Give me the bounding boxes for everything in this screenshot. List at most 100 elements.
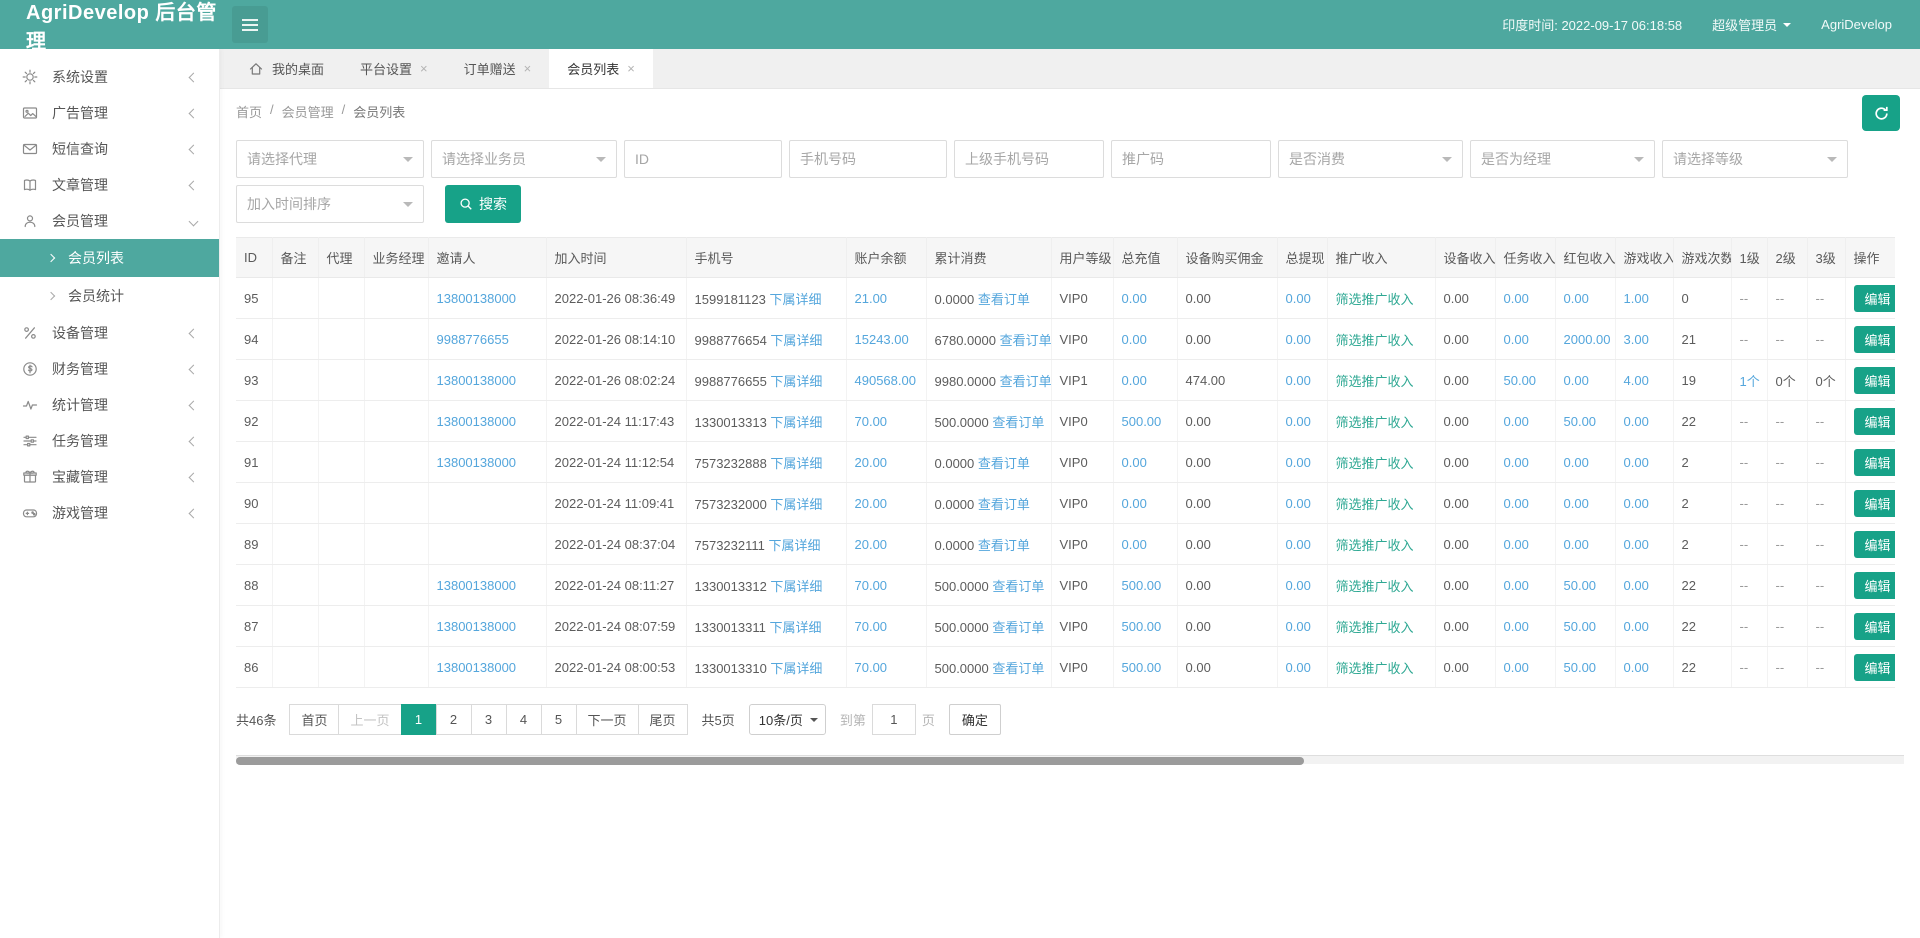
breadcrumb-item[interactable]: 会员管理 (282, 102, 334, 121)
value-link[interactable]: 0.00 (1286, 332, 1311, 347)
value-link[interactable]: 13800138000 (437, 414, 517, 429)
view-order-link[interactable]: 查看订单 (978, 538, 1030, 553)
scrollbar-thumb[interactable] (236, 757, 1304, 765)
filter-input[interactable] (1111, 140, 1271, 178)
tab-我的桌面[interactable]: 我的桌面 (230, 49, 342, 88)
promo-income-link[interactable]: 筛选推广收入 (1336, 538, 1414, 553)
sub-detail-link[interactable]: 下属详细 (770, 661, 822, 676)
value-link[interactable]: 50.00 (1504, 373, 1537, 388)
value-link[interactable]: 0.00 (1504, 496, 1529, 511)
page-button-4[interactable]: 4 (506, 704, 542, 735)
filter-select[interactable]: 是否为经理 (1470, 140, 1655, 178)
value-link[interactable]: 0.00 (1286, 660, 1311, 675)
sub-detail-link[interactable]: 下属详细 (769, 620, 821, 635)
value-link[interactable]: 0.00 (1286, 578, 1311, 593)
value-link[interactable]: 13800138000 (437, 578, 517, 593)
filter-select[interactable]: 请选择等级 (1662, 140, 1848, 178)
value-link[interactable]: 0.00 (1504, 537, 1529, 552)
tab-订单赠送[interactable]: 订单赠送× (446, 49, 550, 88)
view-order-link[interactable]: 查看订单 (978, 292, 1030, 307)
edit-button[interactable]: 编辑 (1854, 449, 1896, 476)
sort-select[interactable]: 加入时间排序 (236, 185, 424, 223)
promo-income-link[interactable]: 筛选推广收入 (1336, 415, 1414, 430)
view-order-link[interactable]: 查看订单 (992, 579, 1044, 594)
close-icon[interactable]: × (627, 61, 635, 76)
value-link[interactable]: 0.00 (1624, 414, 1649, 429)
confirm-button[interactable]: 确定 (949, 704, 1001, 735)
view-order-link[interactable]: 查看订单 (1000, 333, 1051, 348)
page-button-3[interactable]: 3 (471, 704, 507, 735)
value-link[interactable]: 0.00 (1624, 578, 1649, 593)
value-link[interactable]: 20.00 (855, 496, 888, 511)
value-link[interactable]: 3.00 (1624, 332, 1649, 347)
refresh-button[interactable] (1862, 95, 1900, 131)
edit-button[interactable]: 编辑 (1854, 408, 1896, 435)
value-link[interactable]: 500.00 (1122, 414, 1162, 429)
value-link[interactable]: 0.00 (1504, 332, 1529, 347)
user-role-dropdown[interactable]: 超级管理员 (1712, 15, 1791, 34)
value-link[interactable]: 0.00 (1624, 537, 1649, 552)
value-link[interactable]: 0.00 (1122, 537, 1147, 552)
close-icon[interactable]: × (420, 61, 428, 76)
sidebar-item-会员管理[interactable]: 会员管理 (0, 203, 219, 239)
value-link[interactable]: 1.00 (1624, 291, 1649, 306)
value-link[interactable]: 0.00 (1122, 455, 1147, 470)
value-link[interactable]: 20.00 (855, 455, 888, 470)
sidebar-item-短信查询[interactable]: 短信查询 (0, 131, 219, 167)
sidebar-item-宝藏管理[interactable]: 宝藏管理 (0, 459, 219, 495)
promo-income-link[interactable]: 筛选推广收入 (1336, 661, 1414, 676)
edit-button[interactable]: 编辑 (1854, 285, 1896, 312)
value-link[interactable]: 50.00 (1564, 660, 1597, 675)
value-link[interactable]: 13800138000 (437, 619, 517, 634)
value-link[interactable]: 0.00 (1564, 537, 1589, 552)
value-link[interactable]: 13800138000 (437, 455, 517, 470)
value-link[interactable]: 0.00 (1504, 414, 1529, 429)
value-link[interactable]: 0.00 (1122, 291, 1147, 306)
value-link[interactable]: 0.00 (1624, 660, 1649, 675)
prev-page-button[interactable]: 上一页 (338, 704, 401, 735)
value-link[interactable]: 0.00 (1624, 455, 1649, 470)
sidebar-item-统计管理[interactable]: 统计管理 (0, 387, 219, 423)
value-link[interactable]: 500.00 (1122, 660, 1162, 675)
sub-detail-link[interactable]: 下属详细 (770, 497, 822, 512)
value-link[interactable]: 70.00 (855, 660, 888, 675)
promo-income-link[interactable]: 筛选推广收入 (1336, 579, 1414, 594)
edit-button[interactable]: 编辑 (1854, 572, 1896, 599)
value-link[interactable]: 13800138000 (437, 660, 517, 675)
value-link[interactable]: 21.00 (855, 291, 888, 306)
promo-income-link[interactable]: 筛选推广收入 (1336, 292, 1414, 307)
sub-detail-link[interactable]: 下属详细 (770, 579, 822, 594)
value-link[interactable]: 0.00 (1286, 455, 1311, 470)
value-link[interactable]: 70.00 (855, 619, 888, 634)
filter-select[interactable]: 请选择代理 (236, 140, 424, 178)
filter-input[interactable] (954, 140, 1104, 178)
view-order-link[interactable]: 查看订单 (1000, 374, 1051, 389)
value-link[interactable]: 0.00 (1504, 291, 1529, 306)
view-order-link[interactable]: 查看订单 (992, 620, 1044, 635)
next-page-button[interactable]: 下一页 (576, 704, 639, 735)
page-size-select[interactable]: 10条/页 (749, 704, 826, 735)
sidebar-item-文章管理[interactable]: 文章管理 (0, 167, 219, 203)
value-link[interactable]: 0.00 (1504, 455, 1529, 470)
filter-select[interactable]: 请选择业务员 (431, 140, 617, 178)
view-order-link[interactable]: 查看订单 (992, 661, 1044, 676)
value-link[interactable]: 0.00 (1286, 291, 1311, 306)
sidebar-subitem-会员列表[interactable]: 会员列表 (0, 239, 219, 277)
value-link[interactable]: 20.00 (855, 537, 888, 552)
sub-detail-link[interactable]: 下属详细 (769, 292, 821, 307)
first-page-button[interactable]: 首页 (289, 704, 339, 735)
value-link[interactable]: 0.00 (1564, 291, 1589, 306)
sidebar-subitem-会员统计[interactable]: 会员统计 (0, 277, 219, 315)
value-link[interactable]: 4.00 (1624, 373, 1649, 388)
page-button-2[interactable]: 2 (436, 704, 472, 735)
sub-detail-link[interactable]: 下属详细 (770, 333, 822, 348)
value-link[interactable]: 50.00 (1564, 619, 1597, 634)
goto-page-input[interactable] (872, 704, 916, 735)
value-link[interactable]: 0.00 (1504, 619, 1529, 634)
promo-income-link[interactable]: 筛选推广收入 (1336, 497, 1414, 512)
value-link[interactable]: 0.00 (1122, 496, 1147, 511)
edit-button[interactable]: 编辑 (1854, 326, 1896, 353)
value-link[interactable]: 490568.00 (855, 373, 916, 388)
value-link[interactable]: 2000.00 (1564, 332, 1611, 347)
value-link[interactable]: 50.00 (1564, 578, 1597, 593)
